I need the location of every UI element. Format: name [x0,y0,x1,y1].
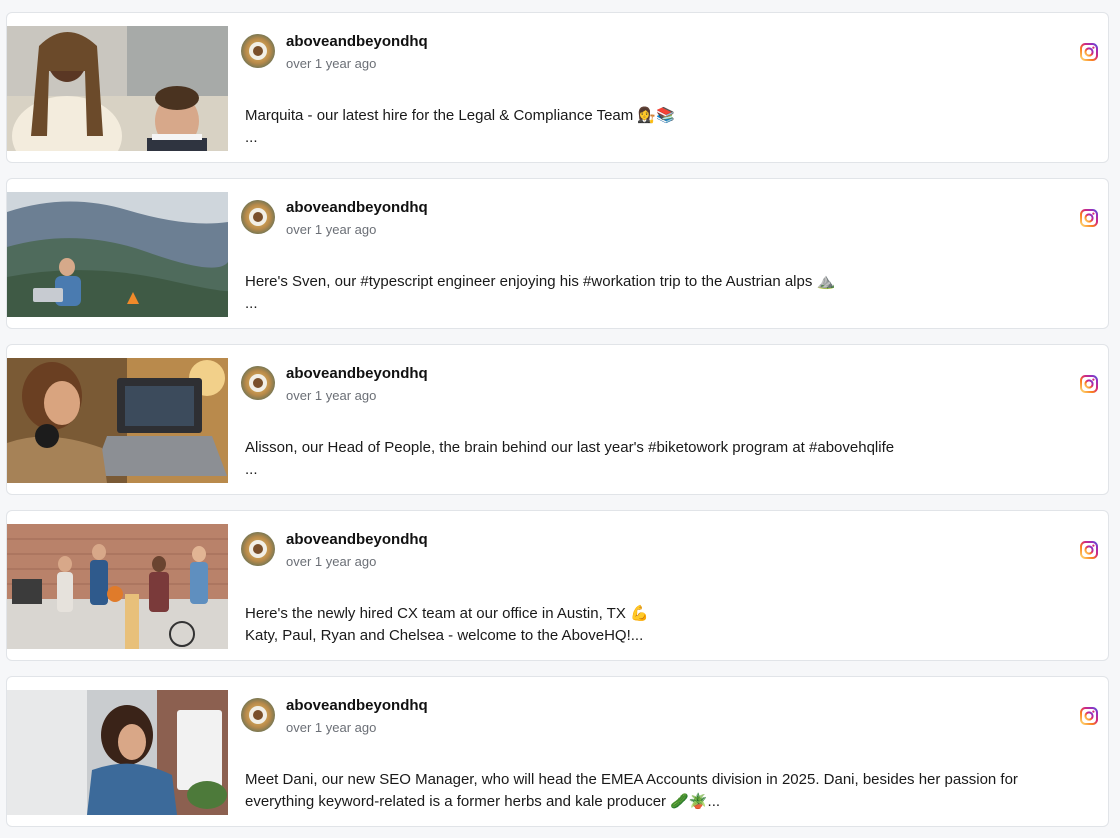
caption-line: everything keyword-related is a former h… [245,793,721,810]
post-username[interactable]: aboveandbeyondhq [286,33,428,50]
caption-line: ... [245,129,258,146]
post-image[interactable] [7,524,228,649]
profile-avatar[interactable] [241,34,275,68]
post-username[interactable]: aboveandbeyondhq [286,531,428,548]
post-image[interactable] [7,192,228,317]
post-card[interactable]: aboveandbeyondhq over 1 year ago Here's … [6,178,1109,329]
team-in-office-photo [7,524,228,649]
post-timestamp: over 1 year ago [286,222,377,237]
avatar-icon [241,698,275,732]
post-image[interactable] [7,26,228,151]
post-username[interactable]: aboveandbeyondhq [286,199,428,216]
avatar-icon [241,200,275,234]
post-timestamp: over 1 year ago [286,554,377,569]
post-caption[interactable]: Here's the newly hired CX team at our of… [245,603,1095,647]
post-username[interactable]: aboveandbeyondhq [286,697,428,714]
post-card[interactable]: aboveandbeyondhq over 1 year ago Here's … [6,510,1109,661]
post-timestamp: over 1 year ago [286,388,377,403]
post-image[interactable] [7,690,228,815]
caption-line: ... [245,461,258,478]
caption-line: Here's Sven, our #typescript engineer en… [245,273,836,290]
caption-line: Marquita - our latest hire for the Legal… [245,107,675,124]
post-caption[interactable]: Here's Sven, our #typescript engineer en… [245,271,1095,315]
instagram-icon[interactable] [1080,541,1098,559]
post-timestamp: over 1 year ago [286,56,377,71]
caption-line: Meet Dani, our new SEO Manager, who will… [245,771,1018,788]
woman-at-computer-photo [7,690,228,815]
caption-line: Alisson, our Head of People, the brain b… [245,439,895,456]
instagram-icon[interactable] [1080,707,1098,725]
instagram-icon[interactable] [1080,43,1098,61]
post-caption[interactable]: Marquita - our latest hire for the Legal… [245,105,1095,149]
avatar-icon [241,34,275,68]
instagram-feed: aboveandbeyondhq over 1 year ago Marquit… [0,0,1120,838]
caption-line: Here's the newly hired CX team at our of… [245,605,649,622]
post-card[interactable]: aboveandbeyondhq over 1 year ago Meet Da… [6,676,1109,827]
profile-avatar[interactable] [241,698,275,732]
avatar-icon [241,366,275,400]
instagram-icon[interactable] [1080,209,1098,227]
instagram-icon[interactable] [1080,375,1098,393]
avatar-icon [241,532,275,566]
caption-line: ... [245,295,258,312]
post-timestamp: over 1 year ago [286,720,377,735]
profile-avatar[interactable] [241,200,275,234]
post-caption[interactable]: Meet Dani, our new SEO Manager, who will… [245,769,1095,813]
post-username[interactable]: aboveandbeyondhq [286,365,428,382]
profile-avatar[interactable] [241,366,275,400]
post-image[interactable] [7,358,228,483]
profile-avatar[interactable] [241,532,275,566]
woman-in-office-photo [7,26,228,151]
caption-line: Katy, Paul, Ryan and Chelsea - welcome t… [245,627,644,644]
woman-working-on-laptop-photo [7,358,228,483]
man-with-laptop-in-mountains-photo [7,192,228,317]
post-card[interactable]: aboveandbeyondhq over 1 year ago Marquit… [6,12,1109,163]
post-card[interactable]: aboveandbeyondhq over 1 year ago Alisson… [6,344,1109,495]
post-caption[interactable]: Alisson, our Head of People, the brain b… [245,437,1095,481]
